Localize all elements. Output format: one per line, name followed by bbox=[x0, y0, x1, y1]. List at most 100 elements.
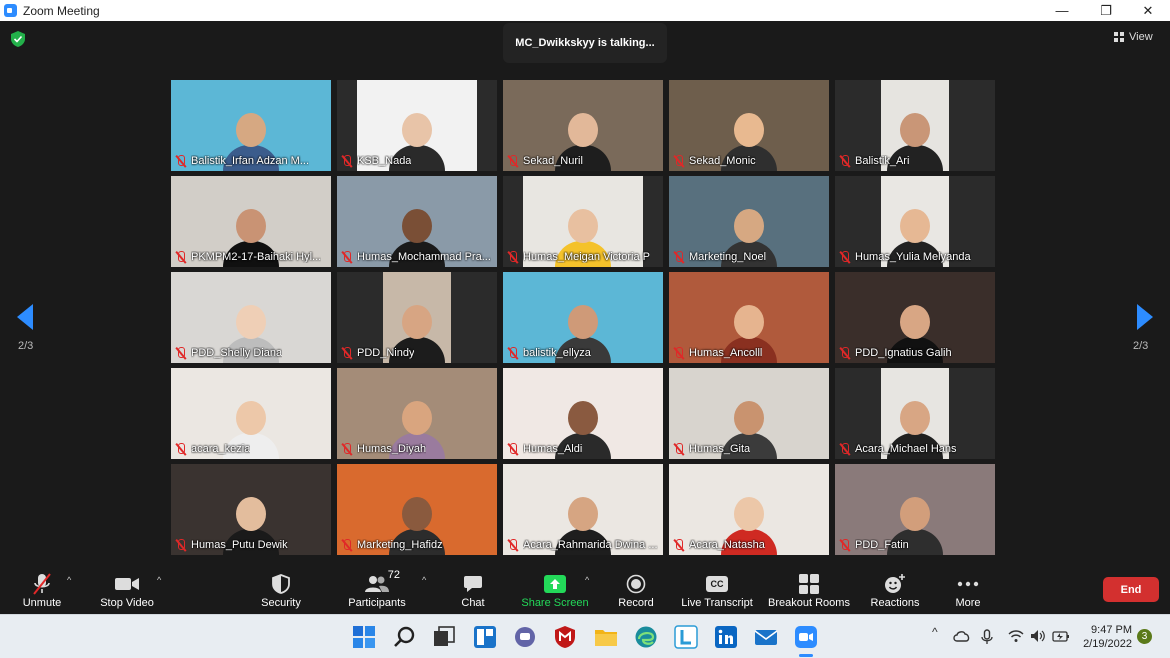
participant-tile[interactable]: PDD_Shelly Diana bbox=[171, 272, 331, 363]
wifi-icon[interactable] bbox=[1008, 629, 1024, 643]
close-button[interactable]: ✕ bbox=[1126, 0, 1170, 21]
participant-name: balistik_ellyza bbox=[523, 347, 591, 359]
participant-name-bar: Sekad_Nuril bbox=[503, 151, 663, 171]
muted-mic-icon bbox=[341, 346, 353, 360]
participant-name: Sekad_Monic bbox=[689, 155, 756, 167]
live-transcript-button[interactable]: CC Live Transcript bbox=[678, 565, 756, 614]
volume-icon[interactable] bbox=[1030, 629, 1046, 643]
muted-mic-icon bbox=[341, 154, 353, 168]
participant-tile[interactable]: Sekad_Monic bbox=[669, 80, 829, 171]
linkedin-icon[interactable] bbox=[714, 625, 738, 649]
muted-mic-icon bbox=[839, 442, 851, 456]
more-button[interactable]: More bbox=[950, 565, 986, 614]
participant-tile[interactable]: PDD_Nindy bbox=[337, 272, 497, 363]
audio-options-caret[interactable]: ^ bbox=[67, 575, 71, 585]
video-options-caret[interactable]: ^ bbox=[157, 575, 161, 585]
next-page-arrow-icon[interactable] bbox=[1137, 304, 1153, 330]
widgets-icon[interactable] bbox=[473, 625, 497, 649]
chat-button[interactable]: Chat bbox=[455, 565, 491, 614]
participant-name: Balistik_Irfan Adzan M... bbox=[191, 155, 309, 167]
participants-options-caret[interactable]: ^ bbox=[422, 575, 426, 585]
shield-check-icon[interactable] bbox=[11, 31, 25, 47]
muted-mic-icon bbox=[341, 250, 353, 264]
microphone-tray-icon[interactable] bbox=[981, 629, 993, 645]
participant-name: Marketing_Noel bbox=[689, 251, 767, 263]
muted-mic-icon bbox=[175, 346, 187, 360]
end-meeting-button[interactable]: End bbox=[1103, 577, 1159, 602]
notification-count-badge[interactable]: 3 bbox=[1137, 629, 1152, 644]
participant-tile[interactable]: Humas_Meigan Victoria P bbox=[503, 176, 663, 267]
task-view-icon[interactable] bbox=[432, 625, 456, 649]
share-screen-button[interactable]: Share Screen bbox=[519, 565, 591, 614]
participant-name: Humas_Meigan Victoria P bbox=[523, 251, 650, 263]
participant-tile[interactable]: Humas_Ancolll bbox=[669, 272, 829, 363]
participant-tile[interactable]: PDD_Fatin bbox=[835, 464, 995, 555]
participant-tile[interactable]: Humas_Yulia Melyanda bbox=[835, 176, 995, 267]
share-options-caret[interactable]: ^ bbox=[585, 575, 589, 585]
participant-name: PDD_Shelly Diana bbox=[191, 347, 283, 359]
page-indicator-left: 2/3 bbox=[18, 340, 34, 352]
security-button[interactable]: Security bbox=[258, 565, 304, 614]
page-indicator-right: 2/3 bbox=[1133, 340, 1149, 352]
view-label: View bbox=[1129, 31, 1153, 43]
unmute-button[interactable]: Unmute bbox=[18, 565, 66, 614]
participant-tile[interactable]: Acara_Rahmarida Dwina ... bbox=[503, 464, 663, 555]
mcafee-icon[interactable] bbox=[553, 625, 577, 649]
muted-mic-icon bbox=[673, 250, 685, 264]
participant-tile[interactable]: PDD_Ignatius Galih bbox=[835, 272, 995, 363]
participant-name: PKMPM2-17-Baihaki Hyl... bbox=[191, 251, 322, 263]
participant-tile[interactable]: Balistik_Irfan Adzan M... bbox=[171, 80, 331, 171]
participant-tile[interactable]: Humas_Diyah bbox=[337, 368, 497, 459]
maximize-button[interactable]: ❐ bbox=[1084, 0, 1128, 21]
participant-tile[interactable]: Acara_Natasha bbox=[669, 464, 829, 555]
participant-tile[interactable]: Humas_Putu Dewik bbox=[171, 464, 331, 555]
clock-time: 9:47 PM bbox=[1091, 624, 1132, 636]
muted-mic-icon bbox=[341, 442, 353, 456]
active-speaker-banner: MC_Dwikkskyy is talking... bbox=[503, 23, 667, 63]
reactions-button[interactable]: Reactions bbox=[869, 565, 921, 614]
participant-tile[interactable]: acara_kezia bbox=[171, 368, 331, 459]
participant-name-bar: acara_kezia bbox=[171, 439, 331, 459]
file-explorer-icon[interactable] bbox=[594, 625, 618, 649]
participant-name: PDD_Ignatius Galih bbox=[855, 347, 952, 359]
participant-tile[interactable]: balistik_ellyza bbox=[503, 272, 663, 363]
participant-name-bar: Acara_Rahmarida Dwina ... bbox=[503, 535, 663, 555]
tray-overflow-chevron[interactable]: ^ bbox=[932, 625, 938, 639]
participant-tile[interactable]: Humas_Aldi bbox=[503, 368, 663, 459]
participant-tile[interactable]: Acara_Michael Hans bbox=[835, 368, 995, 459]
muted-mic-icon bbox=[839, 346, 851, 360]
muted-mic-icon bbox=[341, 538, 353, 552]
view-button[interactable]: View bbox=[1114, 28, 1153, 46]
participant-tile[interactable]: PKMPM2-17-Baihaki Hyl... bbox=[171, 176, 331, 267]
participant-tile[interactable]: Humas_Gita bbox=[669, 368, 829, 459]
participant-tile[interactable]: Sekad_Nuril bbox=[503, 80, 663, 171]
search-icon[interactable] bbox=[393, 625, 417, 649]
mail-icon[interactable] bbox=[754, 625, 778, 649]
stop-video-button[interactable]: Stop Video bbox=[96, 565, 158, 614]
participant-name-bar: PDD_Ignatius Galih bbox=[835, 343, 995, 363]
system-clock[interactable]: 9:47 PM 2/19/2022 bbox=[1080, 623, 1132, 651]
edge-browser-icon[interactable] bbox=[634, 625, 658, 649]
participant-tile[interactable]: Marketing_Noel bbox=[669, 176, 829, 267]
cc-badge: CC bbox=[706, 576, 728, 592]
participant-tile[interactable]: Balistik_Ari bbox=[835, 80, 995, 171]
previous-page-arrow-icon[interactable] bbox=[17, 304, 33, 330]
participant-name: Sekad_Nuril bbox=[523, 155, 583, 167]
onedrive-cloud-icon[interactable] bbox=[953, 629, 971, 643]
battery-charging-icon[interactable] bbox=[1052, 629, 1070, 643]
participants-button[interactable]: 72 Participants bbox=[344, 565, 410, 614]
teams-chat-icon[interactable] bbox=[513, 625, 537, 649]
participant-name: Humas_Yulia Melyanda bbox=[855, 251, 971, 263]
muted-mic-icon bbox=[175, 538, 187, 552]
muted-mic-icon bbox=[673, 154, 685, 168]
participant-tile[interactable]: Marketing_Hafidz bbox=[337, 464, 497, 555]
record-button[interactable]: Record bbox=[614, 565, 658, 614]
zoom-taskbar-icon[interactable] bbox=[794, 625, 818, 649]
windows-start-icon[interactable] bbox=[352, 625, 376, 649]
launcher-l-icon[interactable] bbox=[674, 625, 698, 649]
breakout-rooms-button[interactable]: Breakout Rooms bbox=[766, 565, 852, 614]
minimize-button[interactable]: — bbox=[1040, 0, 1084, 21]
participant-tile[interactable]: KSB_Nada bbox=[337, 80, 497, 171]
participant-tile[interactable]: Humas_Mochammad Pra... bbox=[337, 176, 497, 267]
muted-microphone-icon bbox=[31, 571, 53, 597]
